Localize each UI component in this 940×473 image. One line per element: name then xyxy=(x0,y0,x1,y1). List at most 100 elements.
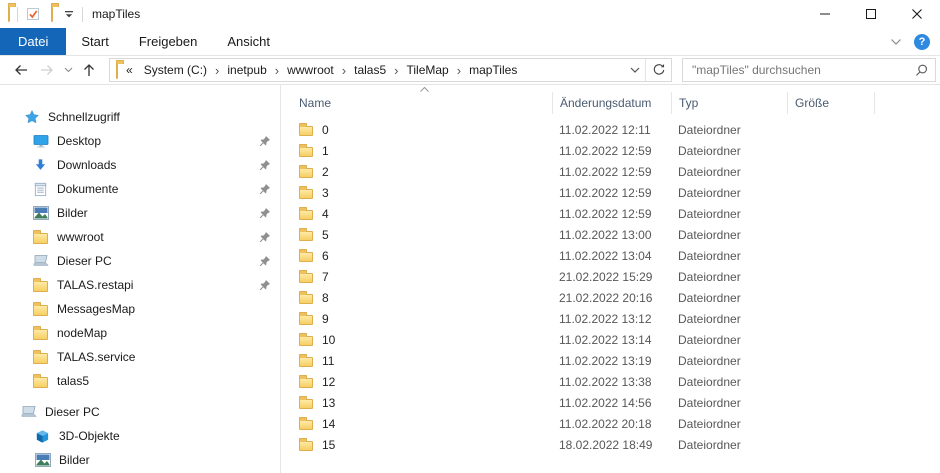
tab-ansicht[interactable]: Ansicht xyxy=(212,28,285,55)
column-header-blank xyxy=(874,92,934,114)
sidebar-item-nodemap[interactable]: nodeMap xyxy=(0,321,280,345)
back-icon[interactable] xyxy=(8,62,34,78)
folder-icon xyxy=(32,301,49,317)
sidebar-item-talas-service[interactable]: TALAS.service xyxy=(0,345,280,369)
address-dropdown-chevron-icon[interactable] xyxy=(625,67,645,74)
folder-icon xyxy=(299,294,313,304)
table-row[interactable]: 6 11.02.2022 13:04 Dateiordner xyxy=(299,245,940,266)
breadcrumb-segment[interactable]: wwwroot xyxy=(280,63,341,77)
table-row[interactable]: 15 18.02.2022 18:49 Dateiordner xyxy=(299,434,940,455)
up-icon[interactable] xyxy=(76,62,102,78)
column-header-type[interactable]: Typ xyxy=(671,92,787,114)
file-date: 11.02.2022 13:19 xyxy=(552,354,671,368)
folder-icon xyxy=(299,441,313,451)
desktop-icon xyxy=(32,133,49,149)
star-icon xyxy=(23,109,40,125)
file-name: 0 xyxy=(322,123,329,137)
sidebar-item-label: MessagesMap xyxy=(57,302,135,316)
tab-datei[interactable]: Datei xyxy=(0,28,66,55)
sidebar-item-dieser-pc-pinned[interactable]: Dieser PC xyxy=(0,249,280,273)
breadcrumb-segment[interactable]: TileMap xyxy=(400,63,456,77)
sidebar-item-label: Dieser PC xyxy=(57,254,112,268)
sidebar-item-desktop[interactable]: Desktop xyxy=(0,129,280,153)
sidebar-item-label: TALAS.service xyxy=(57,350,135,364)
file-name: 6 xyxy=(322,249,329,263)
ribbon-tab-bar: Datei Start Freigeben Ansicht ? xyxy=(0,28,940,56)
folder-icon xyxy=(299,231,313,241)
table-row[interactable]: 10 11.02.2022 13:14 Dateiordner xyxy=(299,329,940,350)
file-name: 12 xyxy=(322,375,335,389)
table-row[interactable]: 5 11.02.2022 13:00 Dateiordner xyxy=(299,224,940,245)
close-button[interactable] xyxy=(894,0,940,28)
file-date: 21.02.2022 15:29 xyxy=(552,270,671,284)
table-row[interactable]: 7 21.02.2022 15:29 Dateiordner xyxy=(299,266,940,287)
tab-start[interactable]: Start xyxy=(66,28,123,55)
breadcrumb-segment[interactable]: mapTiles xyxy=(462,63,524,77)
table-row[interactable]: 9 11.02.2022 13:12 Dateiordner xyxy=(299,308,940,329)
forward-icon[interactable] xyxy=(34,62,60,78)
table-row[interactable]: 1 11.02.2022 12:59 Dateiordner xyxy=(299,140,940,161)
pin-icon xyxy=(258,207,271,220)
file-date: 21.02.2022 20:16 xyxy=(552,291,671,305)
properties-icon[interactable] xyxy=(25,6,41,22)
breadcrumb-segment[interactable]: System (C:) xyxy=(137,63,214,77)
table-row[interactable]: 4 11.02.2022 12:59 Dateiordner xyxy=(299,203,940,224)
breadcrumb-segment[interactable]: talas5 xyxy=(347,63,393,77)
address-bar[interactable]: « System (C:) › inetpub › wwwroot › tala… xyxy=(109,58,672,82)
search-icon[interactable] xyxy=(907,63,935,78)
tab-freigeben[interactable]: Freigeben xyxy=(124,28,213,55)
sidebar-item-label: Schnellzugriff xyxy=(48,110,120,124)
sidebar-item-downloads[interactable]: Downloads xyxy=(0,153,280,177)
new-folder-icon[interactable] xyxy=(51,7,53,21)
file-type: Dateiordner xyxy=(671,333,787,347)
table-row[interactable]: 3 11.02.2022 12:59 Dateiordner xyxy=(299,182,940,203)
file-type: Dateiordner xyxy=(671,249,787,263)
sidebar-item-bilder[interactable]: Bilder xyxy=(0,201,280,225)
file-date: 11.02.2022 13:04 xyxy=(552,249,671,263)
sidebar-item-wwwroot[interactable]: wwwroot xyxy=(0,225,280,249)
table-row[interactable]: 2 11.02.2022 12:59 Dateiordner xyxy=(299,161,940,182)
sidebar-item-3d-objekte[interactable]: 3D-Objekte xyxy=(0,424,280,448)
recent-locations-chevron-icon[interactable] xyxy=(60,67,76,73)
breadcrumb-segment[interactable]: inetpub xyxy=(220,63,273,77)
qat-customize-icon[interactable] xyxy=(63,8,75,20)
table-row[interactable]: 8 21.02.2022 20:16 Dateiordner xyxy=(299,287,940,308)
help-icon[interactable]: ? xyxy=(914,34,930,50)
sidebar-item-messagesmap[interactable]: MessagesMap xyxy=(0,297,280,321)
folder-icon xyxy=(299,126,313,136)
file-type: Dateiordner xyxy=(671,396,787,410)
table-row[interactable]: 11 11.02.2022 13:19 Dateiordner xyxy=(299,350,940,371)
breadcrumb-overflow[interactable]: « xyxy=(120,63,137,77)
search-input[interactable] xyxy=(683,63,907,77)
sidebar-item-talas5[interactable]: talas5 xyxy=(0,369,280,393)
file-date: 11.02.2022 12:59 xyxy=(552,144,671,158)
maximize-button[interactable] xyxy=(848,0,894,28)
table-row[interactable]: 12 11.02.2022 13:38 Dateiordner xyxy=(299,371,940,392)
sidebar-item-label: Dokumente xyxy=(57,182,118,196)
file-type: Dateiordner xyxy=(671,270,787,284)
sort-ascending-icon[interactable] xyxy=(419,86,430,93)
file-name: 3 xyxy=(322,186,329,200)
file-date: 18.02.2022 18:49 xyxy=(552,438,671,452)
folder-icon xyxy=(299,168,313,178)
table-row[interactable]: 0 11.02.2022 12:11 Dateiordner xyxy=(299,119,940,140)
column-header-date[interactable]: Änderungsdatum xyxy=(552,92,671,114)
sidebar-item-dokumente[interactable]: Dokumente xyxy=(0,177,280,201)
folder-icon xyxy=(32,277,49,293)
expand-ribbon-chevron-icon[interactable] xyxy=(890,38,902,46)
refresh-icon[interactable] xyxy=(645,59,671,81)
sidebar-item-schnellzugriff[interactable]: Schnellzugriff xyxy=(0,105,280,129)
file-date: 11.02.2022 13:38 xyxy=(552,375,671,389)
pc-icon xyxy=(20,404,37,420)
folder-icon xyxy=(299,378,313,388)
minimize-button[interactable] xyxy=(802,0,848,28)
column-header-size[interactable]: Größe xyxy=(787,92,874,114)
window-controls xyxy=(802,0,940,28)
file-type: Dateiordner xyxy=(671,354,787,368)
sidebar-item-dieser-pc[interactable]: Dieser PC xyxy=(0,400,280,424)
table-row[interactable]: 13 11.02.2022 14:56 Dateiordner xyxy=(299,392,940,413)
sidebar-item-bilder-pc[interactable]: Bilder xyxy=(0,448,280,472)
table-row[interactable]: 14 11.02.2022 20:18 Dateiordner xyxy=(299,413,940,434)
sidebar-item-talas-restapi[interactable]: TALAS.restapi xyxy=(0,273,280,297)
column-header-name[interactable]: Name xyxy=(299,92,552,114)
